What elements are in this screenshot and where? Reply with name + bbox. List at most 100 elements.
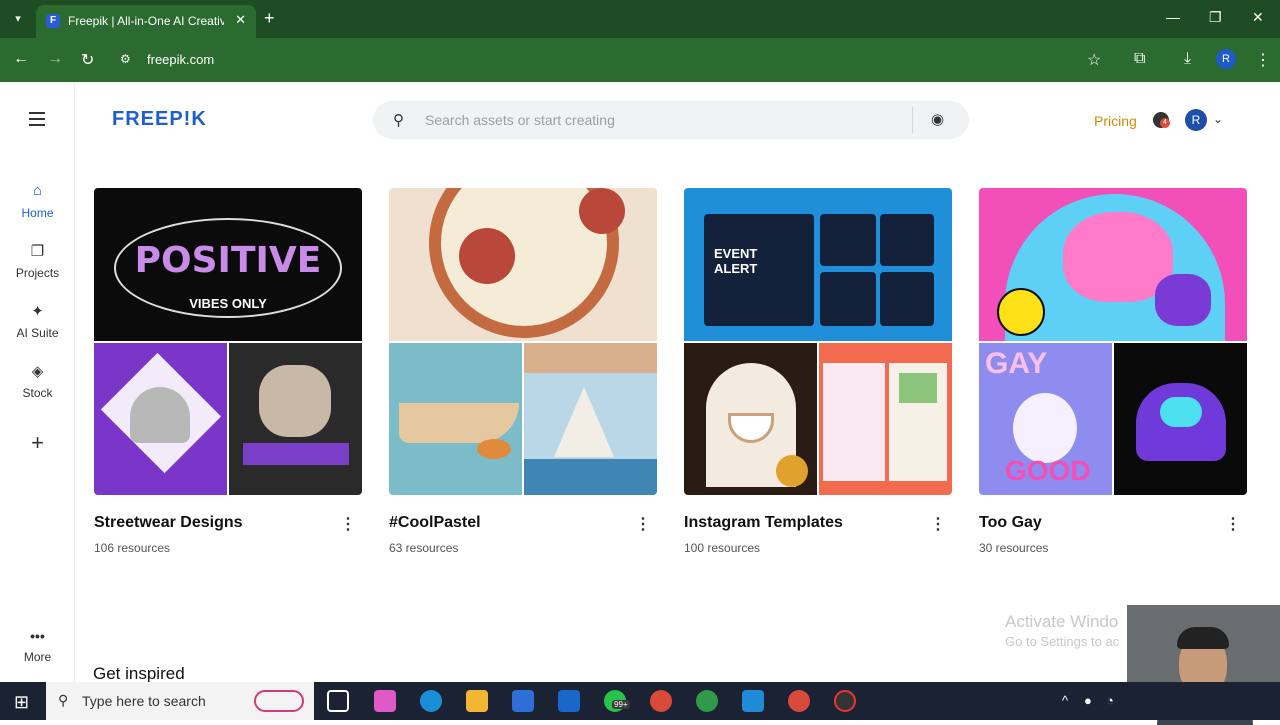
sidebar-item-projects[interactable]: ❐ Projects [0,242,75,280]
new-tab-button[interactable]: + [264,8,275,29]
collection-card[interactable]: GAY GOOD Too Gay 30 resources ⋮ [979,188,1247,555]
sidebar-item-stock[interactable]: ◈ Stock [0,362,75,400]
pricing-link[interactable]: Pricing [1094,113,1137,129]
windows-start-icon[interactable]: ⊞ [14,692,29,713]
close-window-button[interactable]: ✕ [1252,9,1264,26]
collection-count: 100 resources [684,541,761,555]
collection-card[interactable]: EVENT ALERT Instagram Templates 100 reso… [684,188,952,555]
windows-taskbar: ⊞ ⚲ Type here to search 99+ ^ ● ◔ [0,682,1280,720]
collection-card[interactable]: #CoolPastel 63 resources ⋮ [389,188,657,555]
add-button[interactable]: + [0,430,75,456]
watermark-line-2: Go to Settings to ac [1005,634,1120,649]
fig-bowl-image [389,188,657,341]
tray-overflow-icon[interactable]: ^ [1062,693,1068,708]
notification-badge: 4 [1160,118,1170,128]
search-icon: ⚲ [393,112,404,129]
url-text[interactable]: freepik.com [147,52,214,67]
section-title: Get inspired [93,664,185,683]
collection-thumbnail[interactable]: POSITIVE VIBES ONLY [94,188,362,495]
hubspot-icon[interactable] [696,690,718,712]
outlook-icon[interactable] [558,690,580,712]
holo-heart-image [1114,343,1247,495]
network-icon[interactable]: ◔ [1106,693,1114,708]
activate-windows-watermark: Activate Windo Go to Settings to ac [1005,612,1119,649]
extensions-icon[interactable]: ⧉ [1134,50,1145,68]
store-icon[interactable] [512,690,534,712]
holo-shine-shape [1160,397,1202,427]
gay-text: GAY [985,347,1048,380]
purple-wing-shape [1155,274,1211,326]
more-options-icon[interactable]: ⋮ [1225,514,1241,534]
search-input[interactable] [425,110,895,130]
sidebar-item-label: Stock [22,386,53,400]
vscode-icon[interactable] [742,690,764,712]
microphone-icon[interactable]: ● [1084,693,1092,708]
minimize-button[interactable]: — [1166,9,1180,25]
hair-shape [1177,627,1229,649]
good-text: GOOD [1005,455,1091,486]
browser-tab[interactable]: F Freepik | All-in-One AI Creative ✕ [36,5,256,38]
sailboat-arch-image [524,343,657,495]
more-label: More [23,650,52,664]
collection-thumbnail[interactable]: GAY GOOD [979,188,1247,495]
tab-close-icon[interactable]: ✕ [235,12,246,28]
freepik-logo[interactable]: FREEP!K [112,108,207,131]
event-card-shape [880,214,934,266]
user-avatar[interactable]: R [1185,109,1207,131]
butterfly-image [979,188,1247,341]
collection-title[interactable]: Streetwear Designs [94,514,243,532]
sidebar: ⌂ Home ❐ Projects ✦ AI Suite ◈ Stock + [0,82,75,682]
chrome-profile-icon[interactable] [788,690,810,712]
copilot-icon[interactable] [374,690,396,712]
sidebar-item-ai-suite[interactable]: ✦ AI Suite [0,302,75,340]
bunny-image: GAY GOOD [979,343,1112,495]
smiley-shape [997,288,1045,336]
home-icon: ⌂ [32,182,43,199]
site-info-icon[interactable]: ⚙ [120,52,136,66]
profile-avatar[interactable]: R [1216,49,1236,69]
restore-button[interactable]: ❐ [1209,9,1222,26]
bookmark-star-icon[interactable]: ☆ [1087,50,1101,70]
forward-icon[interactable]: → [47,50,63,68]
streetwear-top-image: POSITIVE VIBES ONLY [94,188,362,341]
tab-search-menu-icon[interactable]: ▾ [8,9,28,29]
chevron-down-icon[interactable]: ⌄ [1213,112,1223,126]
freepik-favicon-icon: F [46,14,60,28]
taskbar-search[interactable]: ⚲ Type here to search [46,682,314,720]
chrome-icon[interactable] [650,690,672,712]
event-card-shape [880,272,934,326]
task-view-icon[interactable] [327,690,349,712]
recorder-icon[interactable] [834,690,856,712]
more-options-icon[interactable]: ⋮ [340,514,356,534]
sea-shape [524,459,657,495]
reload-icon[interactable]: ↻ [81,50,94,70]
more-options-icon[interactable]: ⋮ [635,514,651,534]
collection-count: 106 resources [94,541,171,555]
collection-title[interactable]: Too Gay [979,514,1042,532]
browser-menu-icon[interactable]: ⋮ [1255,50,1271,70]
camera-icon[interactable]: ◉ [931,110,944,128]
collection-card[interactable]: POSITIVE VIBES ONLY Streetwear Designs 1… [94,188,362,555]
whatsapp-badge: 99+ [612,700,630,709]
hamburger-menu-icon[interactable] [29,112,45,130]
collection-title[interactable]: Instagram Templates [684,514,843,532]
browser-tab-bar: ▾ F Freepik | All-in-One AI Creative ✕ +… [0,0,1280,38]
heart-print-image [94,343,227,495]
watermark-line-1: Activate Windo [1005,612,1119,631]
fig-shape [579,188,625,234]
collection-title[interactable]: #CoolPastel [389,514,481,532]
search-icon: ⚲ [58,692,69,708]
collection-thumbnail[interactable]: EVENT ALERT [684,188,952,495]
edge-icon[interactable] [420,690,442,712]
file-explorer-icon[interactable] [466,690,488,712]
back-icon[interactable]: ← [13,50,29,68]
projects-icon: ❐ [30,243,45,260]
more-options-icon[interactable]: ⋮ [930,514,946,534]
sidebar-item-more[interactable]: ••• More [0,628,75,664]
tab-title: Freepik | All-in-One AI Creative [68,14,224,28]
download-icon[interactable]: ⤓ [1184,50,1191,68]
search-divider [912,107,913,133]
sail-shape [554,387,614,457]
collection-thumbnail[interactable] [389,188,657,495]
sidebar-item-home[interactable]: ⌂ Home [0,182,75,220]
